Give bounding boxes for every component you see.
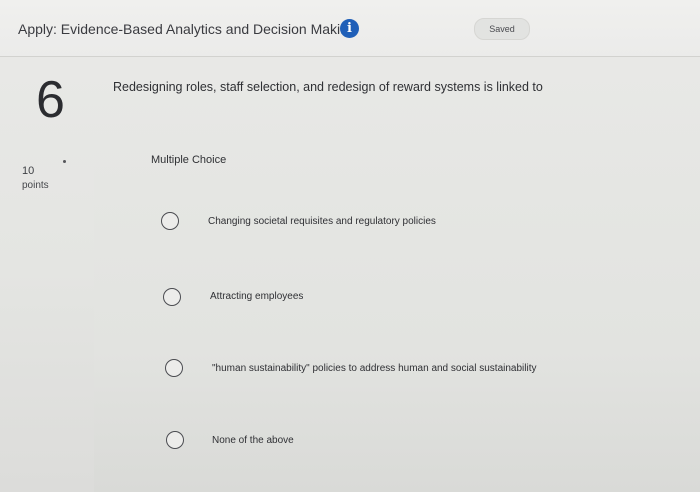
radio-button[interactable] xyxy=(163,288,181,306)
question-number: 6 xyxy=(36,71,65,129)
radio-button[interactable] xyxy=(161,212,179,230)
answer-option-label: "human sustainability" policies to addre… xyxy=(212,363,537,374)
answer-option-label: Attracting employees xyxy=(210,291,304,302)
answer-panel xyxy=(94,138,700,492)
points-label: points xyxy=(22,180,49,191)
assignment-page: Apply: Evidence-Based Analytics and Deci… xyxy=(0,0,700,492)
assignment-title: Apply: Evidence-Based Analytics and Deci… xyxy=(18,21,352,37)
answer-option-label: Changing societal requisites and regulat… xyxy=(208,216,436,227)
question-type-label: Multiple Choice xyxy=(151,154,227,166)
radio-button[interactable] xyxy=(166,431,184,449)
radio-button[interactable] xyxy=(165,359,183,377)
saved-status-badge: Saved xyxy=(474,18,530,40)
points-value: 10 xyxy=(22,165,35,177)
question-text: Redesigning roles, staff selection, and … xyxy=(113,80,543,94)
answer-option-label: None of the above xyxy=(212,435,294,446)
info-icon[interactable]: i xyxy=(340,19,359,38)
points-divider-dot xyxy=(63,160,66,163)
header-bar: Apply: Evidence-Based Analytics and Deci… xyxy=(0,0,700,57)
